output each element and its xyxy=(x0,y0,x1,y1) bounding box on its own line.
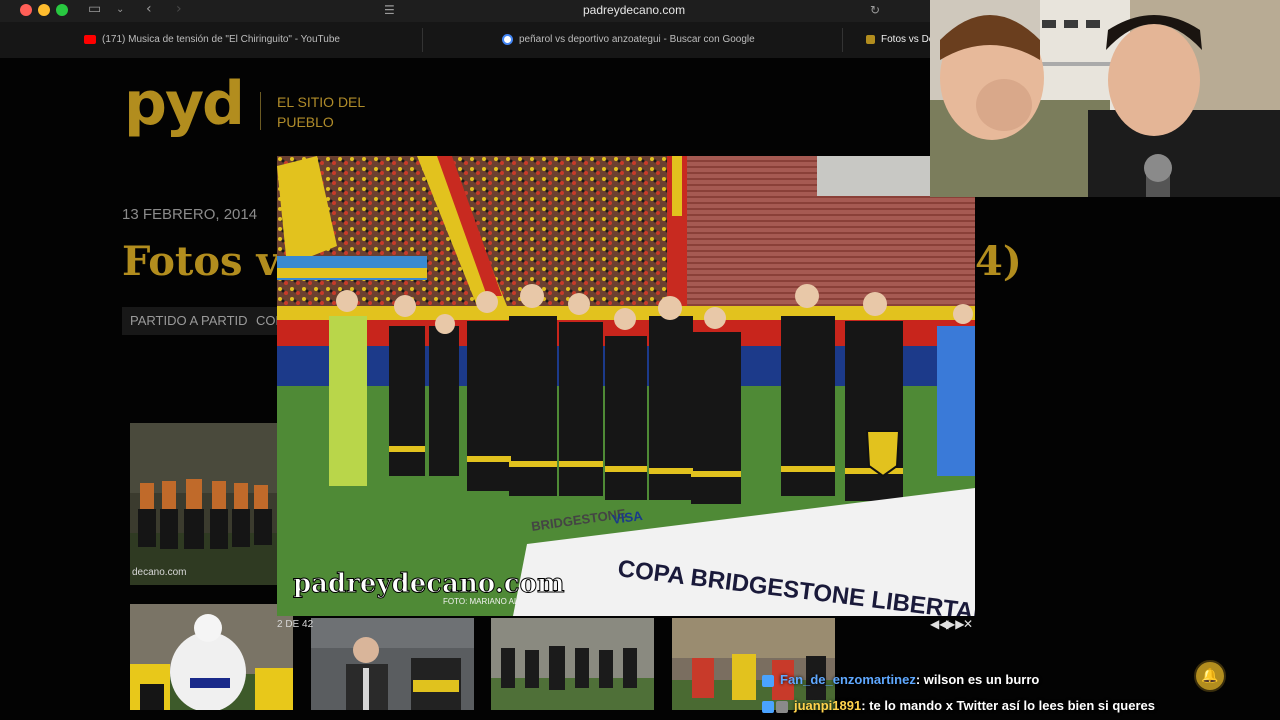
tab-padreydecano[interactable]: Fotos vs De xyxy=(866,22,936,58)
youtube-icon xyxy=(84,34,96,44)
webcam-overlay xyxy=(930,0,1280,197)
photo-watermark: padreydecano.com xyxy=(293,569,564,599)
badge-icon xyxy=(762,700,774,713)
address-bar[interactable]: padreydecano.com xyxy=(583,3,685,17)
gallery-thumbnail[interactable]: decano.com xyxy=(130,423,278,585)
site-tagline: EL SITIO DEL PUEBLO xyxy=(277,94,365,130)
chat-text: : te lo mando x Twitter así lo lees bien… xyxy=(861,698,1155,713)
post-date: 13 FEBRERO, 2014 xyxy=(122,206,258,223)
chat-message: Fan_de_enzomartinez: wilson es un burro xyxy=(762,670,1039,690)
post-title-end: 4) xyxy=(975,238,1022,285)
tab-separator xyxy=(842,28,843,52)
tab-separator xyxy=(422,28,423,52)
thumbnail-image xyxy=(130,604,293,710)
forward-arrow-icon[interactable]: › xyxy=(176,1,182,17)
sub-badge-icon xyxy=(776,700,788,713)
gallery-thumbnail[interactable] xyxy=(130,604,293,710)
chat-username: juanpi1891 xyxy=(794,698,862,713)
sidebar-icon[interactable]: ▭ xyxy=(88,1,101,17)
tab-label: peñarol vs deportivo anzoategui - Buscar… xyxy=(519,34,755,45)
thumbnail-image xyxy=(130,423,278,585)
minimize-window-button[interactable] xyxy=(38,4,50,16)
tab-youtube[interactable]: (171) Musica de tensión de "El Chiringui… xyxy=(84,22,414,58)
badge-icon xyxy=(762,674,774,687)
zoom-window-button[interactable] xyxy=(56,4,68,16)
reload-icon[interactable]: ↻ xyxy=(870,3,880,17)
category-tag[interactable]: PARTIDO A PARTIDO xyxy=(122,307,266,335)
close-icon[interactable]: ✕ xyxy=(963,617,973,631)
site-logo[interactable]: pyd xyxy=(124,74,245,134)
google-icon xyxy=(502,33,513,45)
thumbnail-watermark: decano.com xyxy=(132,567,187,578)
reader-icon[interactable]: ☰ xyxy=(384,3,395,17)
lightbox-photo[interactable]: BRIDGESTONE VISA COPA BRIDGESTONE LIBERT… xyxy=(277,156,975,616)
thumbnail-image xyxy=(311,618,474,710)
fast-forward-icon[interactable]: ▶▶ xyxy=(946,617,964,631)
lightbox-counter: 2 DE 42 xyxy=(277,619,314,630)
logo-divider xyxy=(260,92,261,130)
webcam-image xyxy=(930,0,1280,197)
photo-credit: FOTO: MARIANO ALVEZ xyxy=(443,597,534,606)
close-window-button[interactable] xyxy=(20,4,32,16)
tab-google[interactable]: peñarol vs deportivo anzoategui - Buscar… xyxy=(502,22,832,58)
team-photo: BRIDGESTONE VISA COPA BRIDGESTONE LIBERT… xyxy=(277,156,975,616)
tab-label: Fotos vs De xyxy=(881,34,935,45)
post-title: Fotos vs xyxy=(122,238,303,285)
gallery-thumbnail[interactable] xyxy=(491,618,654,710)
pyd-icon xyxy=(866,34,875,44)
chat-text: : wilson es un burro xyxy=(915,672,1040,687)
back-arrow-icon[interactable]: ‹ xyxy=(146,1,152,17)
tab-label: (171) Musica de tensión de "El Chiringui… xyxy=(102,34,340,45)
notification-bell-button[interactable]: 🔔 xyxy=(1194,660,1226,692)
thumbnail-image xyxy=(491,618,654,710)
chevron-down-icon[interactable]: ⌄ xyxy=(116,4,124,15)
gallery-thumbnail[interactable] xyxy=(311,618,474,710)
bell-icon: 🔔 xyxy=(1201,668,1219,684)
chat-message: juanpi1891: te lo mando x Twitter así lo… xyxy=(762,696,1155,716)
chat-username: Fan_de_enzomartinez xyxy=(780,672,916,687)
